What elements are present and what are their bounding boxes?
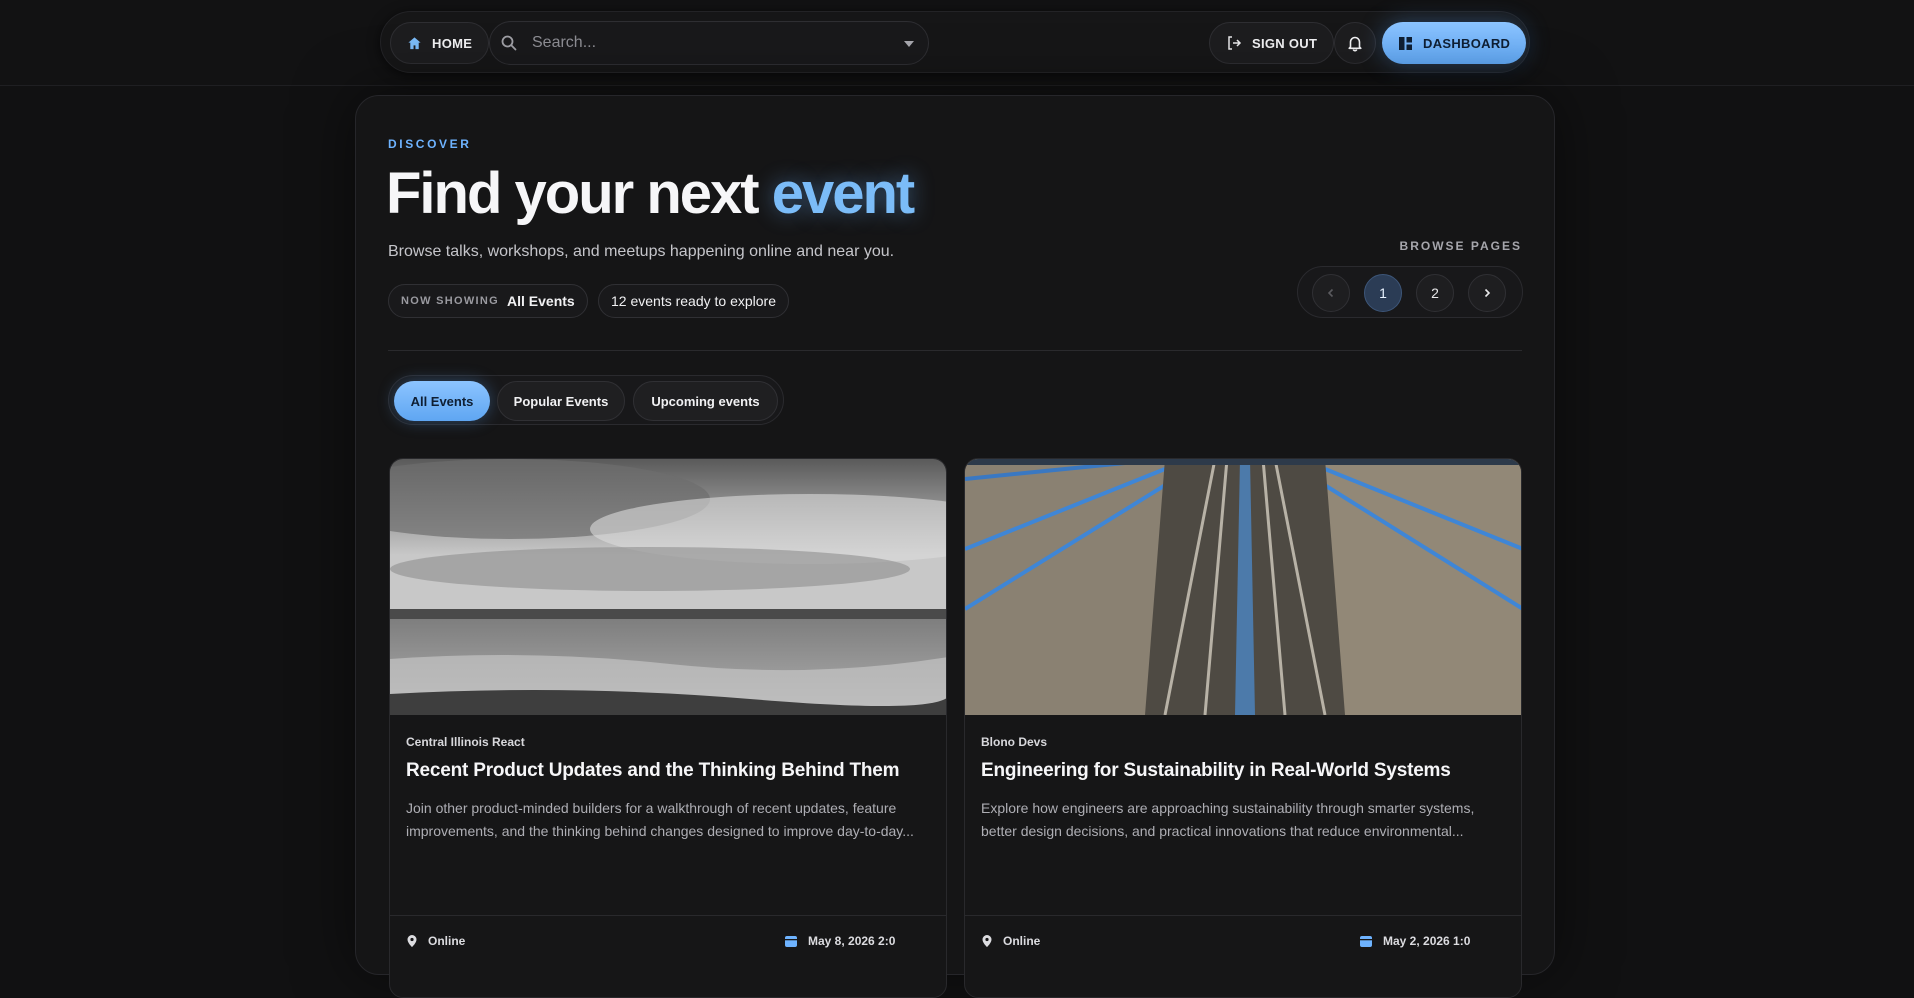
search-input[interactable] (532, 34, 892, 52)
location-pin-icon (407, 935, 417, 947)
nav-bar: HOME SIGN OUT DASHBOARD (380, 11, 1530, 73)
filter-tabs: All Events Popular Events Upcoming event… (388, 375, 784, 425)
next-page-button[interactable] (1468, 274, 1506, 312)
browse-pages-label: BROWSE PAGES (1399, 239, 1522, 253)
event-title[interactable]: Recent Product Updates and the Thinking … (406, 760, 900, 782)
calendar-icon (1360, 936, 1372, 947)
pagination: 1 2 (1297, 266, 1523, 318)
home-label: HOME (432, 35, 473, 51)
search-icon (501, 35, 517, 51)
event-location-text: Online (428, 934, 466, 948)
event-footer: Online May 2, 2026 1:0 (965, 915, 1521, 997)
tab-popular-events[interactable]: Popular Events (497, 381, 625, 421)
event-image (390, 459, 946, 715)
tab-upcoming-events[interactable]: Upcoming events (633, 381, 778, 421)
title-accent: event (771, 161, 916, 226)
location-pin-icon (982, 935, 992, 947)
sign-out-button[interactable]: SIGN OUT (1209, 22, 1335, 64)
event-organizer: Blono Devs (981, 735, 1048, 749)
chevron-down-icon[interactable] (904, 41, 914, 47)
page-1-button[interactable]: 1 (1364, 274, 1402, 312)
calendar-icon (785, 936, 797, 947)
top-bar: HOME SIGN OUT DASHBOARD (0, 0, 1914, 86)
event-card[interactable]: Central Illinois React Recent Product Up… (389, 458, 947, 998)
event-location-text: Online (1003, 934, 1041, 948)
event-date-text: May 2, 2026 1:0 (1383, 934, 1471, 948)
now-showing-label: NOW SHOWING (401, 295, 500, 307)
tab-all-events[interactable]: All Events (394, 381, 490, 421)
page-title: Find your next event (386, 160, 916, 227)
event-date-text: May 8, 2026 2:0 (808, 934, 896, 948)
home-button[interactable]: HOME (390, 22, 490, 64)
event-footer: Online May 8, 2026 2:0 (390, 915, 946, 997)
search-box[interactable] (489, 21, 929, 65)
home-icon (408, 36, 421, 49)
eyebrow-label: DISCOVER (388, 137, 472, 151)
page-2-button[interactable]: 2 (1416, 274, 1454, 312)
event-date: May 2, 2026 1:0 (1359, 934, 1470, 948)
dashboard-button[interactable]: DASHBOARD (1382, 22, 1527, 64)
chevron-left-icon (1327, 288, 1334, 298)
event-card[interactable]: Blono Devs Engineering for Sustainabilit… (964, 458, 1522, 998)
prev-page-button[interactable] (1312, 274, 1350, 312)
section-divider (388, 350, 1522, 351)
event-title[interactable]: Engineering for Sustainability in Real-W… (981, 760, 1451, 782)
now-showing-chip: NOW SHOWING All Events (388, 284, 588, 318)
dashboard-label: DASHBOARD (1423, 35, 1511, 51)
event-image (965, 459, 1521, 715)
event-location: Online (981, 934, 1040, 948)
page-subtitle: Browse talks, workshops, and meetups hap… (388, 243, 895, 260)
event-organizer: Central Illinois React (406, 735, 525, 749)
event-description: Explore how engineers are approaching su… (981, 800, 1475, 839)
notifications-button[interactable] (1334, 22, 1376, 64)
event-location: Online (406, 934, 465, 948)
title-main: Find your next (386, 161, 760, 226)
bell-icon (1348, 36, 1362, 52)
now-showing-value: All Events (507, 293, 575, 309)
chevron-right-icon (1484, 288, 1491, 298)
logout-icon (1228, 36, 1242, 50)
sign-out-label: SIGN OUT (1252, 35, 1318, 51)
events-panel: DISCOVER Find your next event Browse tal… (355, 95, 1555, 998)
event-count-chip: 12 events ready to explore (598, 284, 789, 318)
event-description: Join other product-minded builders for a… (406, 800, 914, 839)
event-date: May 8, 2026 2:0 (784, 934, 895, 948)
dashboard-icon (1399, 36, 1412, 50)
